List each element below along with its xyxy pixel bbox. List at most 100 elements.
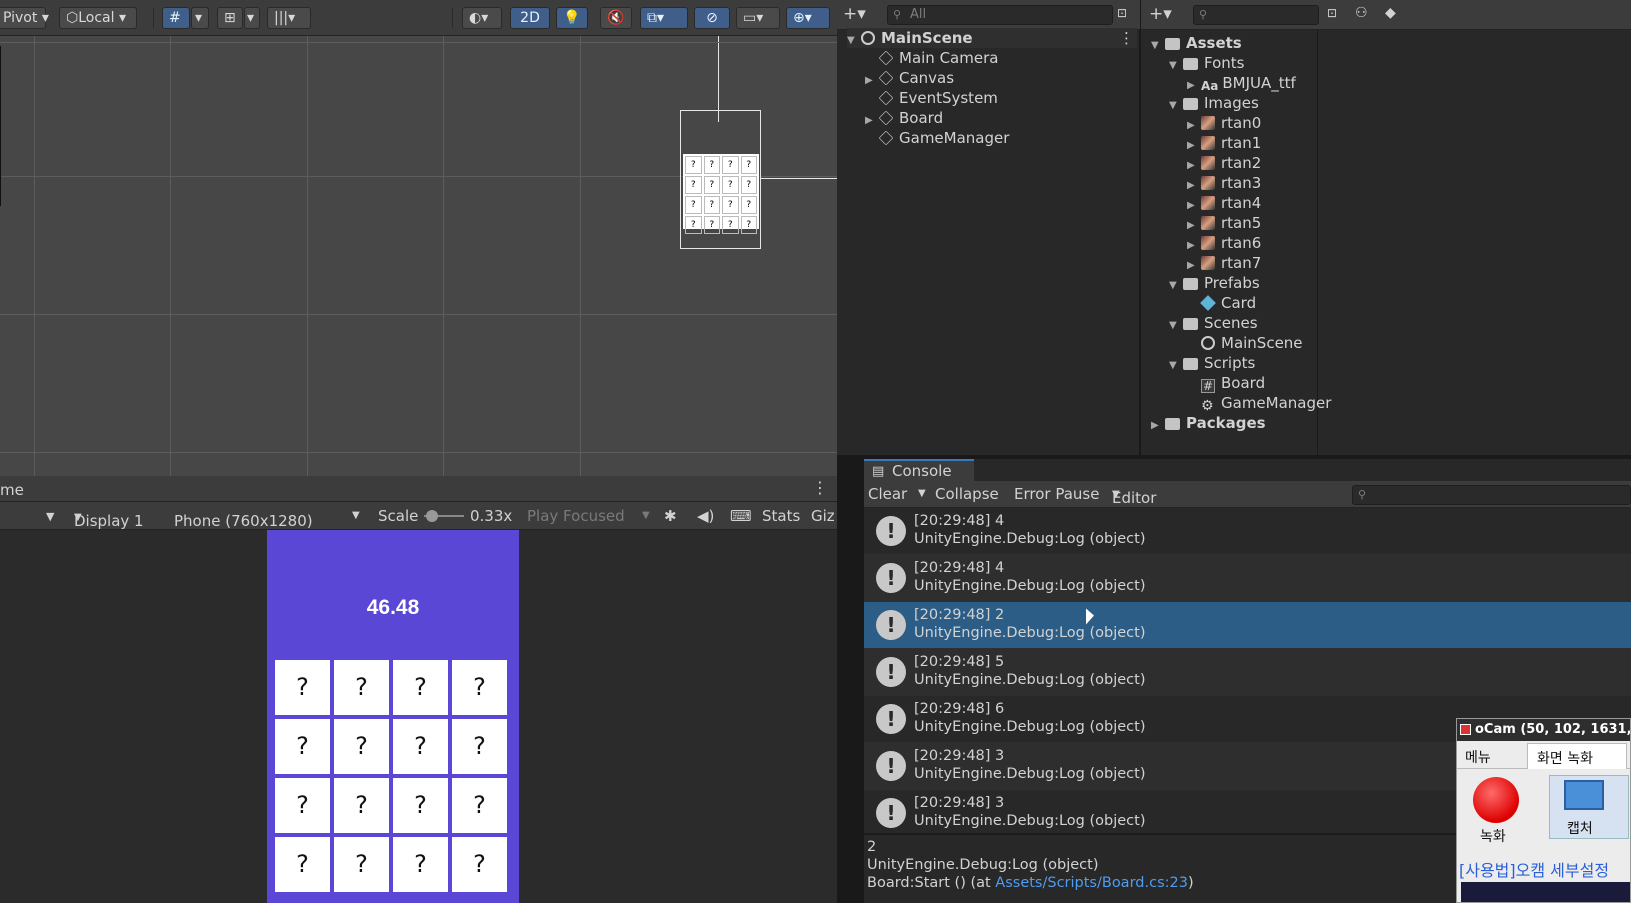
log-entry[interactable]: ! [20:29:48] 2 UnityEngine.Debug:Log (obje… — [864, 602, 1631, 649]
audio-icon[interactable]: ◀) — [697, 507, 714, 525]
project-item[interactable]: ▶ rtan5 — [1187, 213, 1261, 233]
pivot-dropdown[interactable]: Pivot ▾ — [0, 7, 49, 29]
project-item[interactable]: ▼ Images — [1169, 93, 1259, 113]
project-item[interactable]: ▶ rtan6 — [1187, 233, 1261, 253]
hidden-objects-icon[interactable]: ⊘ — [694, 7, 730, 29]
filter-label-icon[interactable]: ◆ — [1385, 5, 1396, 21]
shading-mode-icon[interactable]: ◐▾ — [462, 7, 502, 29]
card[interactable]: ? — [334, 719, 389, 774]
align-icon[interactable]: |||▾ — [267, 7, 311, 29]
project-item[interactable]: ▶ rtan1 — [1187, 133, 1261, 153]
add-icon[interactable]: +▾ — [843, 4, 866, 24]
ocam-banner-image[interactable] — [1461, 882, 1630, 902]
card[interactable]: ? — [452, 837, 507, 892]
project-item[interactable]: # Board — [1187, 373, 1265, 393]
play-mode-arrow[interactable]: ▼ — [642, 510, 650, 521]
clear-options-arrow[interactable]: ▼ — [918, 488, 926, 499]
project-search-input[interactable]: ⚲ — [1193, 5, 1319, 25]
error-pause-button[interactable]: Error Pause — [1014, 485, 1099, 503]
project-item[interactable]: ▶ rtan7 — [1187, 253, 1261, 273]
log-entry[interactable]: ! [20:29:48] 4 UnityEngine.Debug:Log (obje… — [864, 508, 1631, 555]
ocam-tab-menu[interactable]: 메뉴 — [1465, 747, 1491, 767]
gizmos-button[interactable]: Giz — [811, 507, 835, 525]
chevron-right-icon[interactable]: ▶ — [1151, 416, 1165, 436]
game-tab[interactable]: me — [0, 481, 24, 499]
chevron-down-icon[interactable]: ▼ — [1169, 316, 1183, 336]
hierarchy-item[interactable]: Main Camera — [865, 48, 998, 68]
project-item[interactable]: ▼ Assets — [1151, 33, 1242, 53]
gizmos-icon[interactable]: ⊕▾ — [786, 7, 830, 29]
increment-snap-icon[interactable]: ⊞ — [217, 7, 243, 29]
hierarchy-search-input[interactable]: ⚲ All — [887, 5, 1113, 25]
chevron-down-icon[interactable]: ▼ — [1169, 96, 1183, 116]
log-entry[interactable]: ! [20:29:48] 4 UnityEngine.Debug:Log (obje… — [864, 555, 1631, 602]
audio-mute-icon[interactable]: 🔇 — [600, 7, 632, 29]
card[interactable]: ? — [452, 660, 507, 715]
card[interactable]: ? — [275, 778, 330, 833]
card[interactable]: ? — [275, 660, 330, 715]
search-options-icon[interactable]: ⊡ — [1327, 6, 1337, 20]
scene-row[interactable]: ▼ MainScene ⋮ — [847, 28, 1137, 48]
project-item[interactable]: ▼ Scripts — [1169, 353, 1255, 373]
stats-button[interactable]: Stats — [762, 507, 800, 525]
scene-menu-icon[interactable]: ⋮ — [1119, 28, 1134, 48]
project-item[interactable]: ▶ rtan2 — [1187, 153, 1261, 173]
card[interactable]: ? — [393, 719, 448, 774]
scale-slider-handle[interactable] — [426, 510, 438, 522]
hierarchy-item[interactable]: ▶ Canvas — [865, 68, 954, 88]
chevron-down-icon[interactable]: ▼ — [1169, 276, 1183, 296]
record-button[interactable] — [1473, 777, 1519, 823]
ocam-help-link[interactable]: [사용법]오캠 세부설정 — [1459, 857, 1609, 881]
game-dropdown-arrow[interactable]: ▼ — [46, 510, 54, 523]
card[interactable]: ? — [275, 837, 330, 892]
play-mode-dropdown[interactable]: Play Focused — [527, 507, 625, 525]
project-item[interactable]: ▶ rtan0 — [1187, 113, 1261, 133]
project-item[interactable]: ▶ Aa BMJUA_ttf — [1187, 73, 1296, 93]
tab-console[interactable]: ▤ Console — [864, 459, 974, 481]
keyboard-icon[interactable]: ⌨ — [730, 507, 752, 525]
scene-view[interactable]: ???????????????? — [0, 36, 837, 476]
camera-icon[interactable]: ▭▾ — [736, 7, 780, 29]
2d-toggle-button[interactable]: 2D — [510, 7, 550, 29]
more-options-icon[interactable]: ⋮ — [812, 478, 828, 497]
project-item[interactable]: ▶ rtan3 — [1187, 173, 1261, 193]
lighting-icon[interactable]: 💡 — [556, 7, 588, 29]
bug-icon[interactable]: ✱ — [664, 507, 677, 525]
create-icon[interactable]: +▾ — [1149, 4, 1172, 24]
effects-icon[interactable]: ⧉▾ — [640, 7, 688, 29]
card[interactable]: ? — [452, 778, 507, 833]
log-entry[interactable]: ! [20:29:48] 5 UnityEngine.Debug:Log (obje… — [864, 649, 1631, 696]
card[interactable]: ? — [393, 660, 448, 715]
chevron-down-icon[interactable]: ▼ — [1151, 36, 1165, 56]
project-item[interactable]: ▼ Fonts — [1169, 53, 1244, 73]
search-options-icon[interactable]: ⊡ — [1117, 6, 1127, 20]
project-item[interactable]: ▼ Scenes — [1169, 313, 1258, 333]
console-search-input[interactable]: ⚲ — [1352, 485, 1631, 505]
ocam-titlebar[interactable]: oCam (50, 102, 1631, 9 — [1457, 719, 1630, 741]
project-item[interactable]: ⚙ GameManager — [1187, 393, 1331, 413]
increment-snap-dropdown[interactable]: ▾ — [244, 7, 260, 29]
filter-type-icon[interactable]: ⚇ — [1355, 5, 1368, 21]
hierarchy-item[interactable]: EventSystem — [865, 88, 998, 108]
source-link[interactable]: Assets/Scripts/Board.cs:23 — [995, 875, 1188, 891]
project-item[interactable]: ▶ rtan4 — [1187, 193, 1261, 213]
card[interactable]: ? — [334, 837, 389, 892]
card[interactable]: ? — [393, 778, 448, 833]
card[interactable]: ? — [334, 778, 389, 833]
resolution-arrow[interactable]: ▼ — [352, 510, 360, 521]
collapse-button[interactable]: Collapse — [935, 485, 999, 503]
chevron-down-icon[interactable]: ▼ — [1169, 56, 1183, 76]
card[interactable]: ? — [393, 837, 448, 892]
capture-button[interactable]: 캡처 — [1549, 775, 1629, 839]
grid-snap-icon[interactable]: # — [162, 7, 190, 29]
chevron-down-icon[interactable]: ▼ — [1169, 356, 1183, 376]
grid-snap-dropdown[interactable]: ▾ — [191, 7, 209, 29]
card[interactable]: ? — [334, 660, 389, 715]
clear-button[interactable]: Clear — [868, 485, 907, 503]
hierarchy-item[interactable]: ▶ Board — [865, 108, 943, 128]
card[interactable]: ? — [275, 719, 330, 774]
game-screen[interactable]: 46.48 ???????????????? — [267, 530, 519, 903]
project-item[interactable]: ▼ Prefabs — [1169, 273, 1260, 293]
card[interactable]: ? — [452, 719, 507, 774]
local-dropdown[interactable]: ⬡Local ▾ — [59, 7, 137, 29]
